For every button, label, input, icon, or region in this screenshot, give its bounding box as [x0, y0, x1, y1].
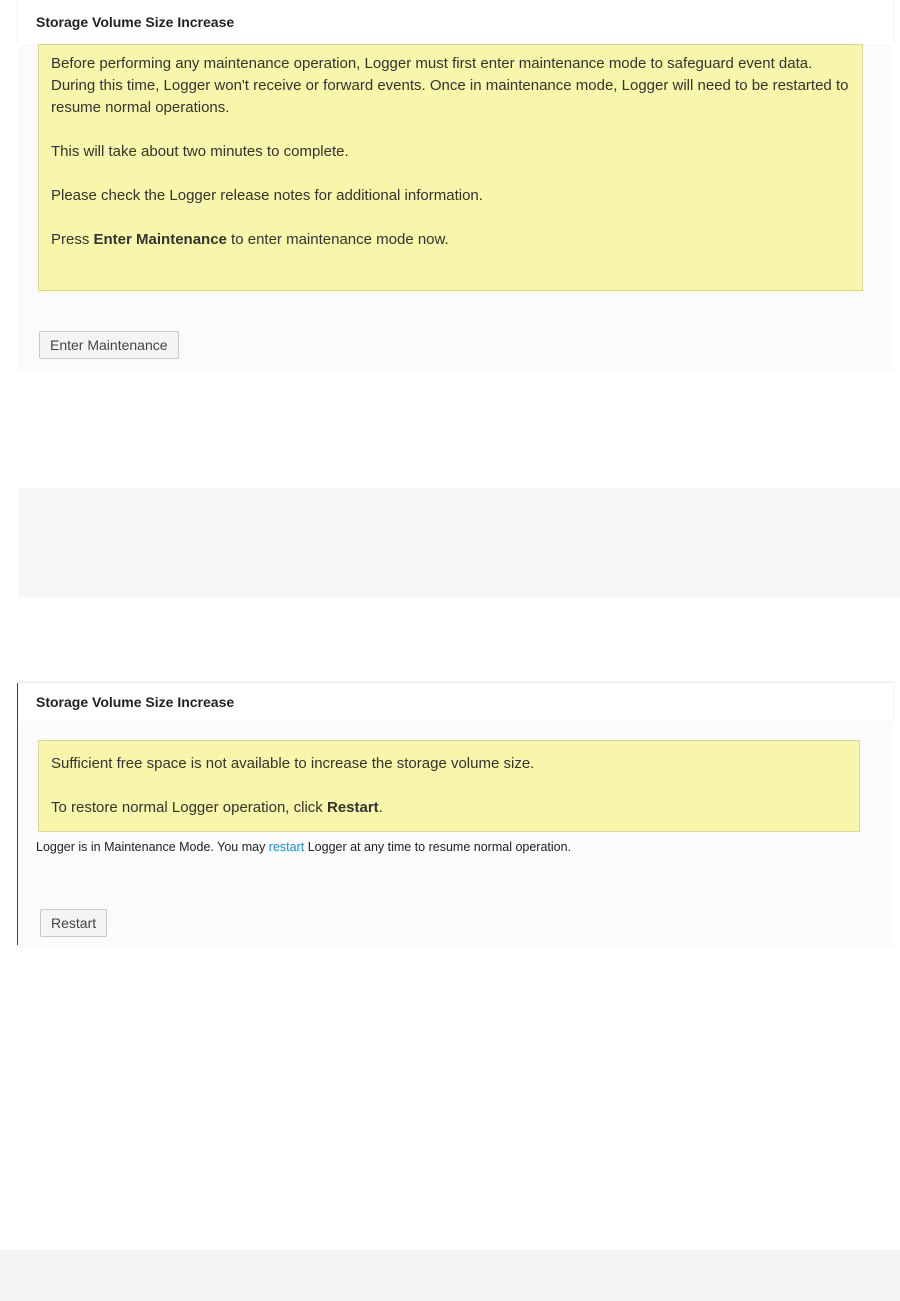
notice-text: Please check the Logger release notes fo…	[51, 187, 483, 204]
panel-title: Storage Volume Size Increase	[18, 0, 893, 44]
notice-instruction: Press Enter Maintenance to enter mainten…	[51, 229, 850, 251]
notice-text: Before performing any maintenance operat…	[51, 55, 849, 116]
instruction-bold: Restart	[326, 799, 379, 816]
instruction-prefix: Press	[51, 231, 94, 248]
instruction-prefix: To restore normal Logger operation, clic…	[51, 799, 327, 816]
maintenance-status-text: Logger is in Maintenance Mode. You may r…	[36, 840, 571, 854]
enter-maintenance-button[interactable]: Enter Maintenance	[39, 331, 179, 359]
instruction-suffix: .	[378, 799, 383, 816]
restart-panel: Storage Volume Size Increase Sufficient …	[18, 683, 893, 947]
panel-title: Storage Volume Size Increase	[18, 683, 893, 721]
instruction-bold: Enter Maintenance	[93, 231, 227, 248]
empty-panel	[18, 488, 900, 597]
status-suffix: Logger at any time to resume normal oper…	[304, 840, 572, 854]
status-prefix: Logger is in Maintenance Mode. You may	[36, 840, 269, 854]
maintenance-panel: Storage Volume Size Increase Before perf…	[18, 0, 893, 372]
notice-instruction: To restore normal Logger operation, clic…	[51, 797, 847, 819]
instruction-suffix: to enter maintenance mode now.	[226, 231, 449, 248]
footer-band	[0, 1250, 900, 1301]
restart-button[interactable]: Restart	[40, 909, 108, 937]
maintenance-notice: Before performing any maintenance operat…	[38, 44, 863, 291]
space-notice: Sufficient free space is not available t…	[38, 740, 860, 832]
notice-text: Sufficient free space is not available t…	[51, 755, 535, 772]
restart-link[interactable]: restart	[269, 840, 304, 854]
notice-text: This will take about two minutes to comp…	[51, 143, 349, 160]
